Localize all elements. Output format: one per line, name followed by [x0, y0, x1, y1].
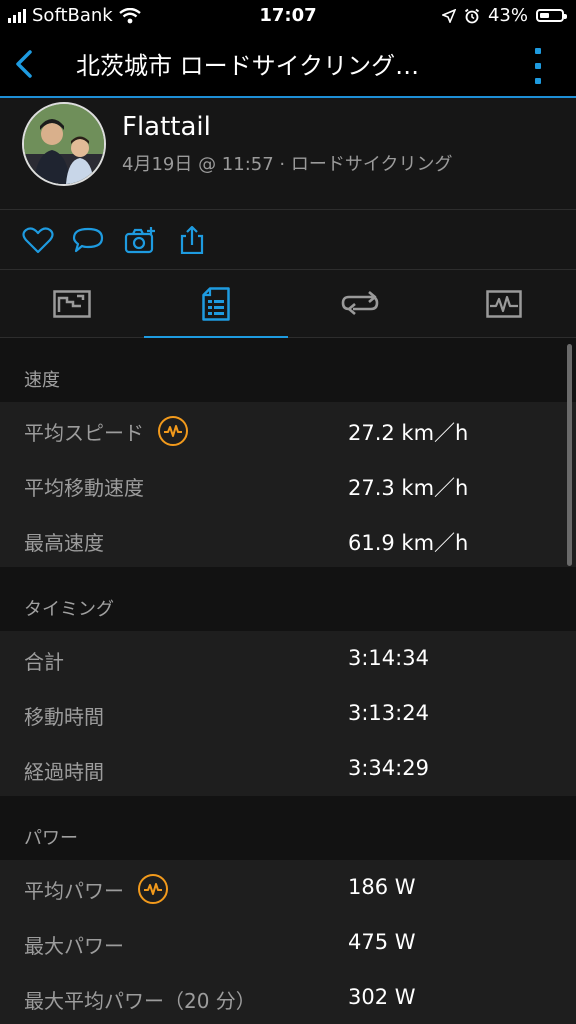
stat-label: 平均移動速度 — [24, 472, 144, 501]
activity-graph-badge-icon[interactable] — [158, 415, 188, 446]
alarm-icon — [464, 8, 480, 23]
stat-row: 平均パワー 186 W — [0, 860, 576, 915]
stats-section: 合計 3:14:34 移動時間 3:13:24 経過時間 3:34:29 — [0, 631, 576, 796]
stat-label: 最大パワー — [24, 930, 124, 959]
section-header: パワー — [0, 796, 576, 860]
stat-row: 合計 3:14:34 — [0, 631, 576, 686]
section-title: 速度 — [24, 370, 60, 391]
stat-value: 3:13:24 — [348, 701, 429, 725]
navigation-bar: 北茨城市 ロードサイクリング… — [0, 32, 576, 98]
scrollbar[interactable] — [567, 344, 572, 566]
battery-percent: 43% — [487, 5, 528, 26]
stat-label: 移動時間 — [24, 701, 104, 730]
section-header: 速度 — [0, 338, 576, 402]
stat-value: 27.3 km／h — [348, 476, 469, 500]
stats-content[interactable]: 速度 平均スピード 27.2 km／h 平均移動速度 27.3 km／h 最高速… — [0, 338, 576, 1024]
stat-row: 平均移動速度 27.3 km／h — [0, 457, 576, 512]
stat-label-text: 最大平均パワー（20 分） — [24, 989, 256, 1013]
stat-label-text: 最大パワー — [24, 934, 124, 958]
tab-laps[interactable] — [288, 270, 432, 338]
page-title: 北茨城市 ロードサイクリング… — [76, 52, 420, 80]
stat-label: 経過時間 — [24, 756, 104, 785]
map-icon — [53, 290, 91, 318]
location-icon — [441, 8, 456, 23]
heart-icon[interactable] — [22, 226, 54, 254]
stat-row: 平均スピード 27.2 km／h — [0, 402, 576, 457]
stat-row: 移動時間 3:13:24 — [0, 686, 576, 741]
stats-list-icon — [202, 287, 230, 321]
more-dot-icon — [535, 48, 541, 54]
stat-label-text: 平均パワー — [24, 879, 124, 903]
tab-overview[interactable] — [0, 270, 144, 338]
avatar[interactable] — [22, 102, 106, 186]
status-right: 43% — [441, 5, 567, 26]
stat-value: 3:14:34 — [348, 646, 429, 670]
stat-value: 475 W — [348, 930, 416, 954]
back-button[interactable] — [10, 46, 40, 82]
avatar-photo — [24, 104, 104, 184]
stat-label-text: 平均移動速度 — [24, 476, 144, 500]
more-dot-icon — [535, 63, 541, 69]
tab-charts[interactable] — [432, 270, 576, 338]
stat-label: 最大平均パワー（20 分） — [24, 985, 256, 1014]
stat-label-text: 平均スピード — [24, 421, 144, 445]
stat-row: 最高速度 61.9 km／h — [0, 512, 576, 567]
stat-value: 27.2 km／h — [348, 421, 469, 445]
section-header: タイミング — [0, 567, 576, 631]
section-title: タイミング — [24, 599, 114, 620]
section-title: パワー — [24, 828, 78, 849]
stat-value: 3:34:29 — [348, 756, 429, 780]
stat-label: 平均パワー — [24, 873, 168, 904]
stat-value: 186 W — [348, 875, 416, 899]
activity-header: Flattail 4月19日 @ 11:57 · ロードサイクリング — [0, 98, 576, 210]
username[interactable]: Flattail — [122, 112, 211, 142]
more-dot-icon — [535, 78, 541, 84]
stat-value: 61.9 km／h — [348, 531, 469, 555]
stat-label: 平均スピード — [24, 415, 188, 446]
stat-row: 最大平均パワー（20 分） 302 W — [0, 970, 576, 1024]
stat-label-text: 合計 — [24, 650, 64, 674]
status-bar: SoftBank 17:07 43% — [0, 0, 576, 32]
stat-row: 最大パワー 475 W — [0, 915, 576, 970]
battery-icon — [536, 9, 567, 22]
stat-label-text: 経過時間 — [24, 760, 104, 784]
stat-label: 最高速度 — [24, 527, 104, 556]
add-photo-icon[interactable] — [124, 226, 156, 254]
tab-bar — [0, 270, 576, 339]
action-bar — [0, 210, 576, 270]
stats-section: 平均スピード 27.2 km／h 平均移動速度 27.3 km／h 最高速度 6… — [0, 402, 576, 567]
chart-icon — [486, 290, 522, 318]
more-menu-button[interactable] — [532, 48, 544, 84]
stat-value: 302 W — [348, 985, 416, 1009]
stat-label: 合計 — [24, 646, 64, 675]
stat-row: 経過時間 3:34:29 — [0, 741, 576, 796]
stat-label-text: 最高速度 — [24, 531, 104, 555]
activity-graph-badge-icon[interactable] — [138, 873, 168, 904]
laps-icon — [341, 291, 379, 315]
stats-section: 平均パワー 186 W 最大パワー 475 W 最大平均パワー（20 分） 30… — [0, 860, 576, 1024]
stat-label-text: 移動時間 — [24, 705, 104, 729]
tab-stats[interactable] — [144, 270, 288, 339]
comment-icon[interactable] — [72, 226, 104, 254]
activity-meta: 4月19日 @ 11:57 · ロードサイクリング — [122, 154, 453, 175]
share-icon[interactable] — [176, 226, 208, 254]
